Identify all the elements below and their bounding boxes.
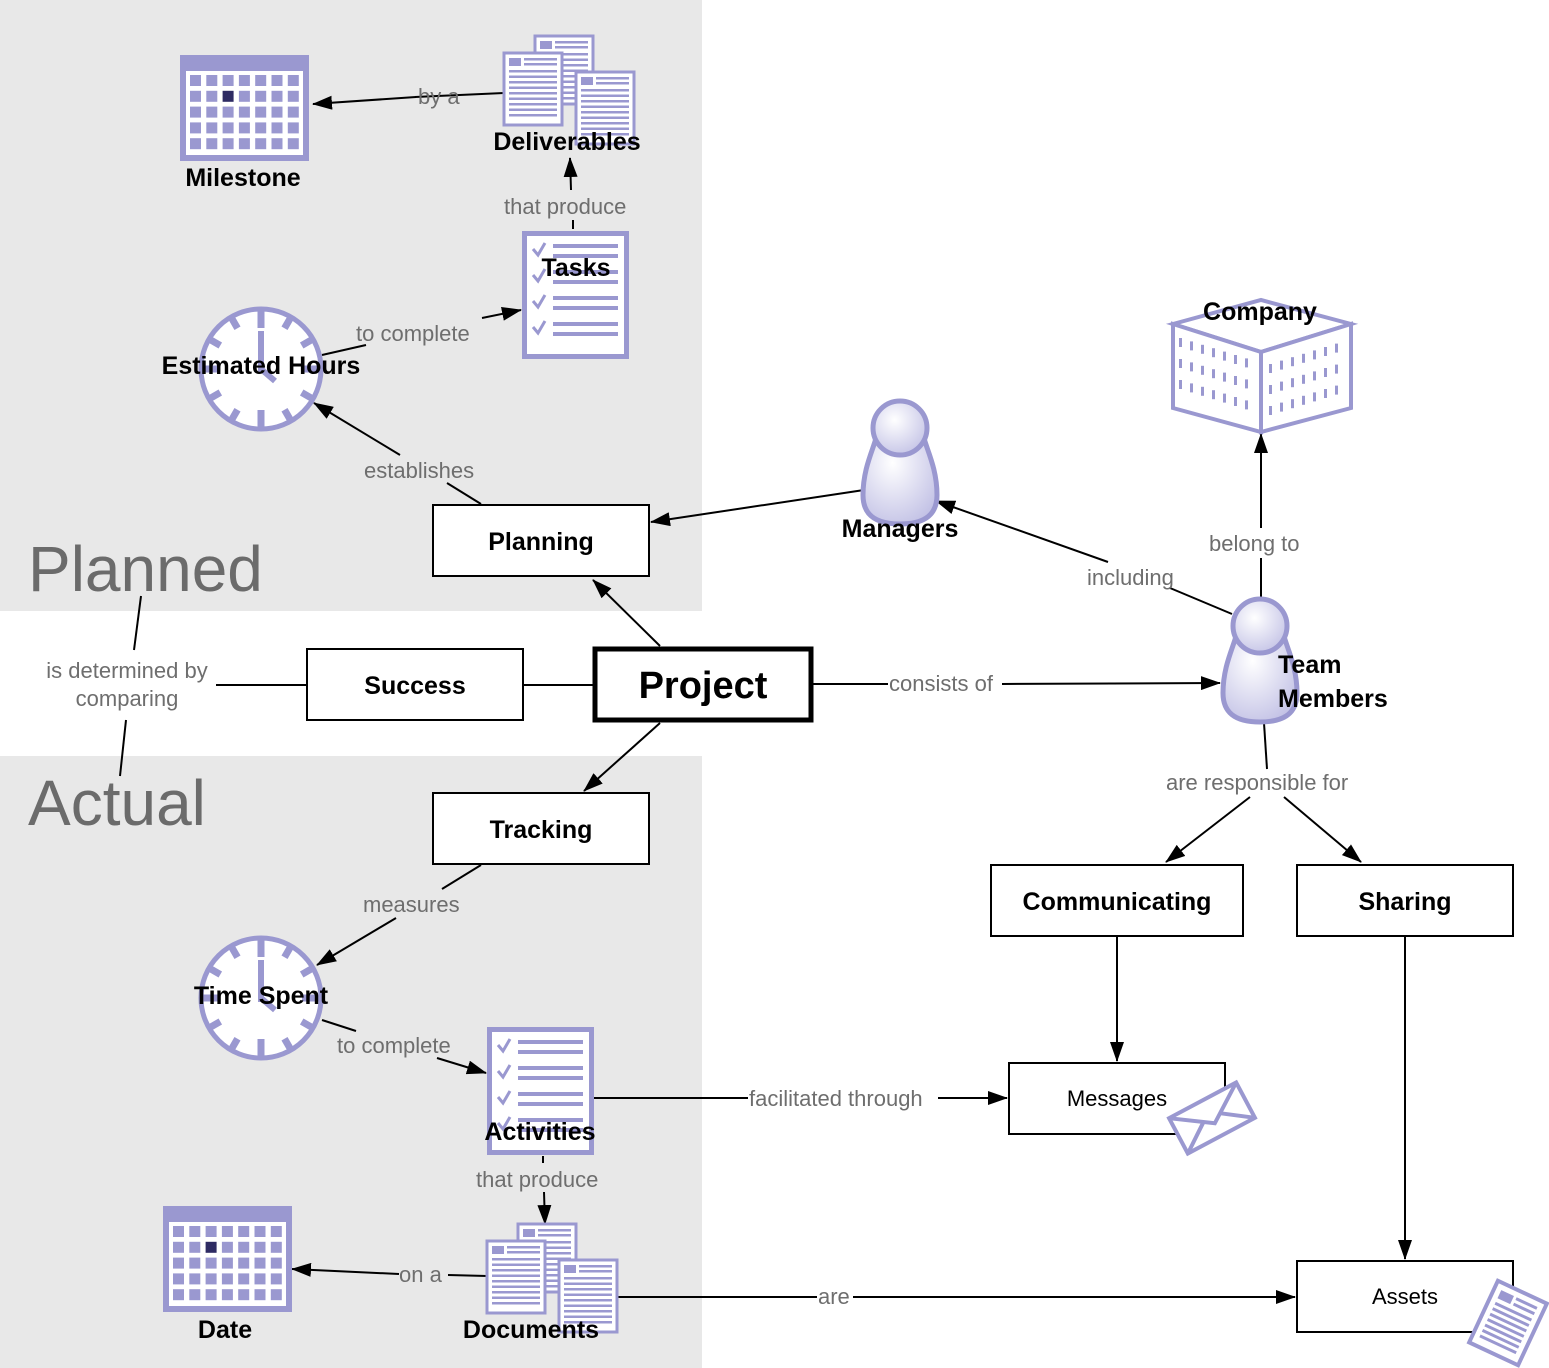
node-messages[interactable]: Messages: [1008, 1062, 1258, 1157]
person-icon: [860, 398, 940, 527]
edge-line: [1169, 587, 1233, 615]
node-team-members[interactable]: Team Members: [1220, 596, 1388, 725]
edge-line: [447, 1274, 488, 1277]
edge-arrow: [1165, 796, 1251, 863]
edge-label-to-complete: to complete: [356, 321, 470, 346]
edge-arrow: [1283, 796, 1362, 863]
node-managers[interactable]: Managers: [842, 398, 959, 543]
edge-label-are-responsible-for: are responsible for: [1166, 770, 1348, 795]
node-label-line1: Team: [1278, 651, 1341, 679]
edge-label-comparing: comparing: [76, 686, 179, 711]
edge-arrow: [563, 157, 578, 191]
node-label: Tasks: [541, 254, 610, 282]
node-tasks[interactable]: Tasks: [522, 231, 629, 359]
node-label: Date: [198, 1316, 252, 1344]
edge-label-is-determined-by: is determined by: [46, 658, 207, 683]
edge-label-that-produce: that produce: [504, 194, 626, 219]
edge-label-that-produce-actual: that produce: [476, 1167, 598, 1192]
edge-label-consists-of: consists of: [889, 671, 994, 696]
node-sharing[interactable]: Sharing: [1296, 864, 1514, 937]
node-label: Project: [639, 665, 768, 707]
node-tracking[interactable]: Tracking: [432, 792, 650, 865]
node-label: Communicating: [1023, 888, 1212, 916]
node-label: Sharing: [1358, 888, 1451, 916]
calendar-icon: [180, 55, 309, 161]
node-label: Tracking: [490, 816, 593, 844]
edge-arrow: [935, 500, 1109, 563]
node-label: Managers: [842, 515, 959, 543]
planned-region-label: Planned: [28, 533, 263, 605]
node-label: Assets: [1372, 1284, 1438, 1309]
edge-label-by-a: by a: [418, 84, 460, 109]
edge-label-measures: measures: [363, 892, 460, 917]
node-label: Time Spent: [194, 982, 329, 1010]
node-assets[interactable]: Assets: [1296, 1260, 1549, 1368]
node-milestone[interactable]: Milestone: [180, 55, 309, 192]
node-label: Documents: [463, 1316, 599, 1344]
edge-label-facilitated-through: facilitated through: [749, 1086, 923, 1111]
node-activities[interactable]: Activities: [484, 1027, 596, 1155]
node-label-line2: Members: [1278, 685, 1388, 713]
node-label: Planning: [488, 528, 594, 556]
edge-arrow: [537, 1191, 552, 1225]
node-planning[interactable]: Planning: [432, 504, 650, 577]
checklist-icon: [522, 231, 629, 359]
edge-arrow: [1001, 676, 1221, 691]
node-success[interactable]: Success: [306, 648, 524, 721]
calendar-icon: [163, 1206, 292, 1312]
edge-label-are: are: [818, 1284, 850, 1309]
edge-label-establishes: establishes: [364, 458, 474, 483]
node-project[interactable]: Project: [592, 646, 814, 723]
node-communicating[interactable]: Communicating: [990, 864, 1244, 937]
node-label: Milestone: [185, 164, 300, 192]
node-label: Estimated Hours: [162, 352, 361, 380]
node-label: Deliverables: [493, 128, 640, 156]
actual-region-label: Actual: [28, 767, 206, 839]
edge-label-to-complete-actual: to complete: [337, 1033, 451, 1058]
node-label: Success: [364, 672, 465, 700]
edge-label-belong-to: belong to: [1209, 531, 1300, 556]
node-label: Company: [1203, 298, 1317, 326]
concept-map-canvas: Planned Actual by a that produce to comp…: [0, 0, 1549, 1368]
node-label: Activities: [484, 1118, 595, 1146]
node-company[interactable]: Company: [1165, 297, 1359, 435]
edge-label-including: including: [1087, 565, 1174, 590]
edge-line: [1263, 722, 1268, 770]
edge-label-on-a: on a: [399, 1262, 443, 1287]
node-label: Messages: [1067, 1086, 1167, 1111]
